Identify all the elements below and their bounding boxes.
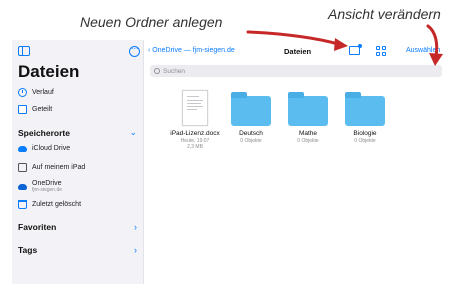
arrow-to-new-folder	[246, 30, 340, 46]
arrow-to-view-toggle	[426, 24, 439, 58]
arrow-head-new-folder	[334, 38, 348, 51]
annotation-arrows	[246, 24, 443, 66]
arrow-head-view-toggle	[429, 53, 443, 66]
